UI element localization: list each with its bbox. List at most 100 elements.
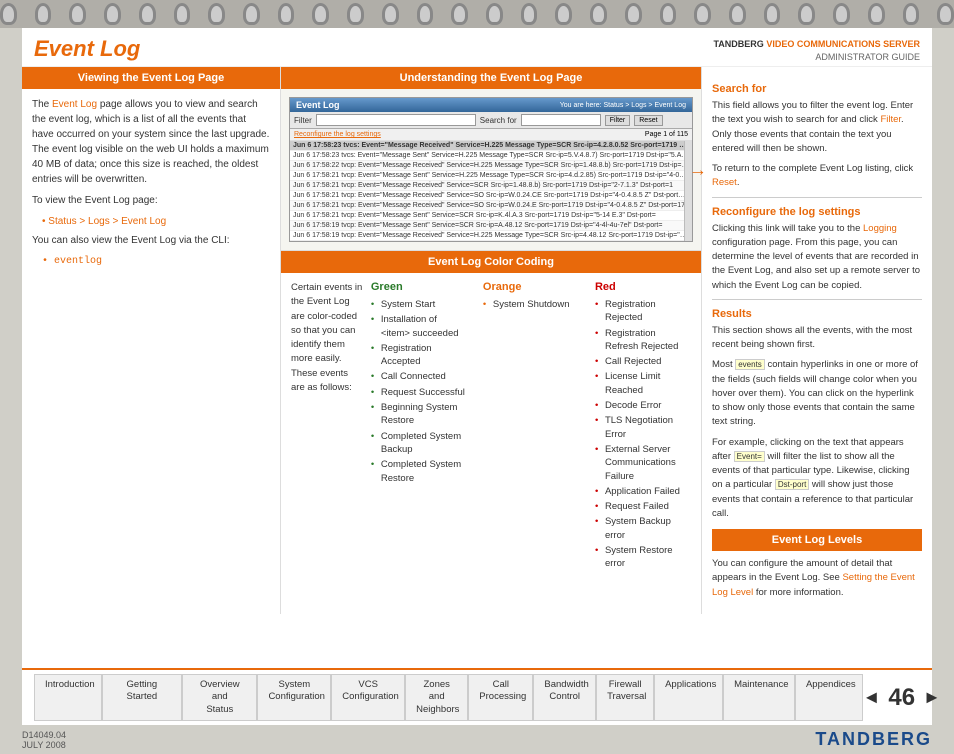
levels-body: You can configure the amount of detail t… [712,557,922,600]
color-columns: Green System StartInstallation of <item>… [371,281,691,572]
reset-link[interactable]: Reset [712,177,737,188]
bottom-bar: D14049.04 JULY 2008 TANDBERG [0,725,954,754]
nav-tab-2[interactable]: Overview and Status [182,674,257,721]
log-row: Jun 6 17:58:19 tvcp: Event="Message Rece… [290,231,692,241]
color-intro-text: Certain events in the Event Log are colo… [291,282,362,393]
nav-tab-7[interactable]: Bandwidth Control [533,674,596,721]
list-item: TLS Negotiation Error [595,413,691,442]
event-log-link[interactable]: Event Log [52,99,97,110]
cli-path-link[interactable]: eventlog [54,256,102,267]
orange-label: Orange [483,281,579,293]
screenshot-breadcrumb: You are here: Status > Logs > Event Log [560,102,686,109]
color-coding-area: Certain events in the Event Log are colo… [291,281,691,572]
filter-btn[interactable]: Filter [605,115,631,126]
log-row: Jun 6 17:58:23 tvcs: Event="Message Rece… [290,141,692,151]
product-name: VIDEO COMMUNICATIONS SERVER [766,39,920,49]
page-header: TANDBERG VIDEO COMMUNICATIONS SERVER ADM… [22,28,932,67]
spiral-ring [278,3,295,25]
list-item: Installation of <item> succeeded [371,312,467,341]
search-body2: To return to the complete Event Log list… [712,162,922,191]
page-number: 46 [888,684,915,712]
list-item: External Server Communications Failure [595,442,691,484]
nav-path[interactable]: Status > Logs > Event Log [42,214,270,229]
screenshot-area: Event Log You are here: Status > Logs > … [281,89,701,251]
list-item: Beginning System Restore [371,400,467,429]
doc-date: JULY 2008 [22,740,66,750]
spiral-ring [382,3,399,25]
footer-nav: IntroductionGetting StartedOverview and … [22,668,932,725]
search-input[interactable] [521,114,601,126]
log-table-container: Jun 6 17:58:23 tvcs: Event="Message Rece… [290,141,692,241]
screenshot-frame: Event Log You are here: Status > Logs > … [289,97,693,242]
left-section-header: Viewing the Event Log Page [22,67,280,89]
log-row: Jun 6 17:58:21 tvcp: Event="Message Sent… [290,211,692,221]
arrow-indicator: → [689,159,707,180]
main-page: TANDBERG VIDEO COMMUNICATIONS SERVER ADM… [22,28,932,668]
nav-tab-8[interactable]: Firewall Traversal [596,674,654,721]
red-column: Red Registration RejectedRegistration Re… [595,281,691,572]
results-body2: Most events contain hyperlinks in one or… [712,358,922,429]
spiral-ring [35,3,52,25]
nav-tab-6[interactable]: Call Processing [468,674,533,721]
list-item: Call Connected [371,369,467,384]
search-label: Search for [480,116,517,125]
left-body-text: The Event Log page allows you to view an… [32,97,270,187]
list-item: System Shutdown [483,297,579,312]
nav-tab-11[interactable]: Appendices [795,674,863,721]
search-title: Search for [712,83,922,95]
nav-tab-3[interactable]: System Configuration [257,674,331,721]
reconfigure-link[interactable]: Reconfigure the log settings [294,131,381,138]
spiral-ring [347,3,364,25]
log-row: Jun 6 17:58:23 tvcs: Event="Message Sent… [290,151,692,161]
green-list: System StartInstallation of <item> succe… [371,297,467,486]
event-tag: events [735,359,765,370]
page-number-area: ◄ 46 ► [863,684,941,712]
list-item: System Restore error [595,543,691,572]
list-item: Completed System Restore [371,457,467,486]
setting-link[interactable]: Setting the Event Log Level [712,572,915,597]
spiral-ring [174,3,191,25]
nav-tab-5[interactable]: Zones and Neighbors [405,674,468,721]
nav-tab-1[interactable]: Getting Started [102,674,183,721]
nav-tabs: IntroductionGetting StartedOverview and … [34,674,863,721]
nav-tab-9[interactable]: Applications [654,674,723,721]
spiral-ring [521,3,538,25]
list-item: Registration Rejected [595,297,691,326]
spiral-binding [0,0,954,28]
screenshot-title: Event Log [296,100,340,110]
results-body3: For example, clicking on the text that a… [712,436,922,522]
scrollbar[interactable] [684,141,692,241]
spiral-ring [798,3,815,25]
header-right: TANDBERG VIDEO COMMUNICATIONS SERVER ADM… [713,38,920,63]
nav-tab-4[interactable]: VCS Configuration [331,674,405,721]
green-label: Green [371,281,467,293]
nav-tab-0[interactable]: Introduction [34,674,102,721]
filter-link[interactable]: Filter [880,114,901,125]
spiral-ring [104,3,121,25]
doc-info: D14049.04 JULY 2008 [22,730,66,750]
reset-btn[interactable]: Reset [634,115,662,126]
filter-input[interactable] [316,114,476,126]
doc-number: D14049.04 [22,730,66,740]
list-item: System Start [371,297,467,312]
view-intro: To view the Event Log page: [32,193,270,208]
spiral-ring [590,3,607,25]
red-label: Red [595,281,691,293]
cli-path[interactable]: eventlog [42,254,270,269]
spiral-ring [312,3,329,25]
list-item: Application Failed [595,484,691,499]
red-list: Registration RejectedRegistration Refres… [595,297,691,572]
spiral-ring [243,3,260,25]
log-row: Jun 6 17:58:21 tvcp: Event="Message Rece… [290,201,692,211]
color-intro: Certain events in the Event Log are colo… [291,281,363,572]
spiral-ring [937,3,954,25]
prev-arrow[interactable]: ◄ [863,687,881,708]
nav-tab-10[interactable]: Maintenance [723,674,795,721]
cli-intro: You can also view the Event Log via the … [32,233,270,248]
next-arrow[interactable]: ► [923,687,941,708]
nav-path-link[interactable]: Status > Logs > Event Log [48,216,166,227]
color-section: Certain events in the Event Log are colo… [281,273,701,580]
filter-label: Filter [294,116,312,125]
logging-link[interactable]: Logging [863,223,897,234]
guide-name: ADMINISTRATOR GUIDE [815,52,920,62]
